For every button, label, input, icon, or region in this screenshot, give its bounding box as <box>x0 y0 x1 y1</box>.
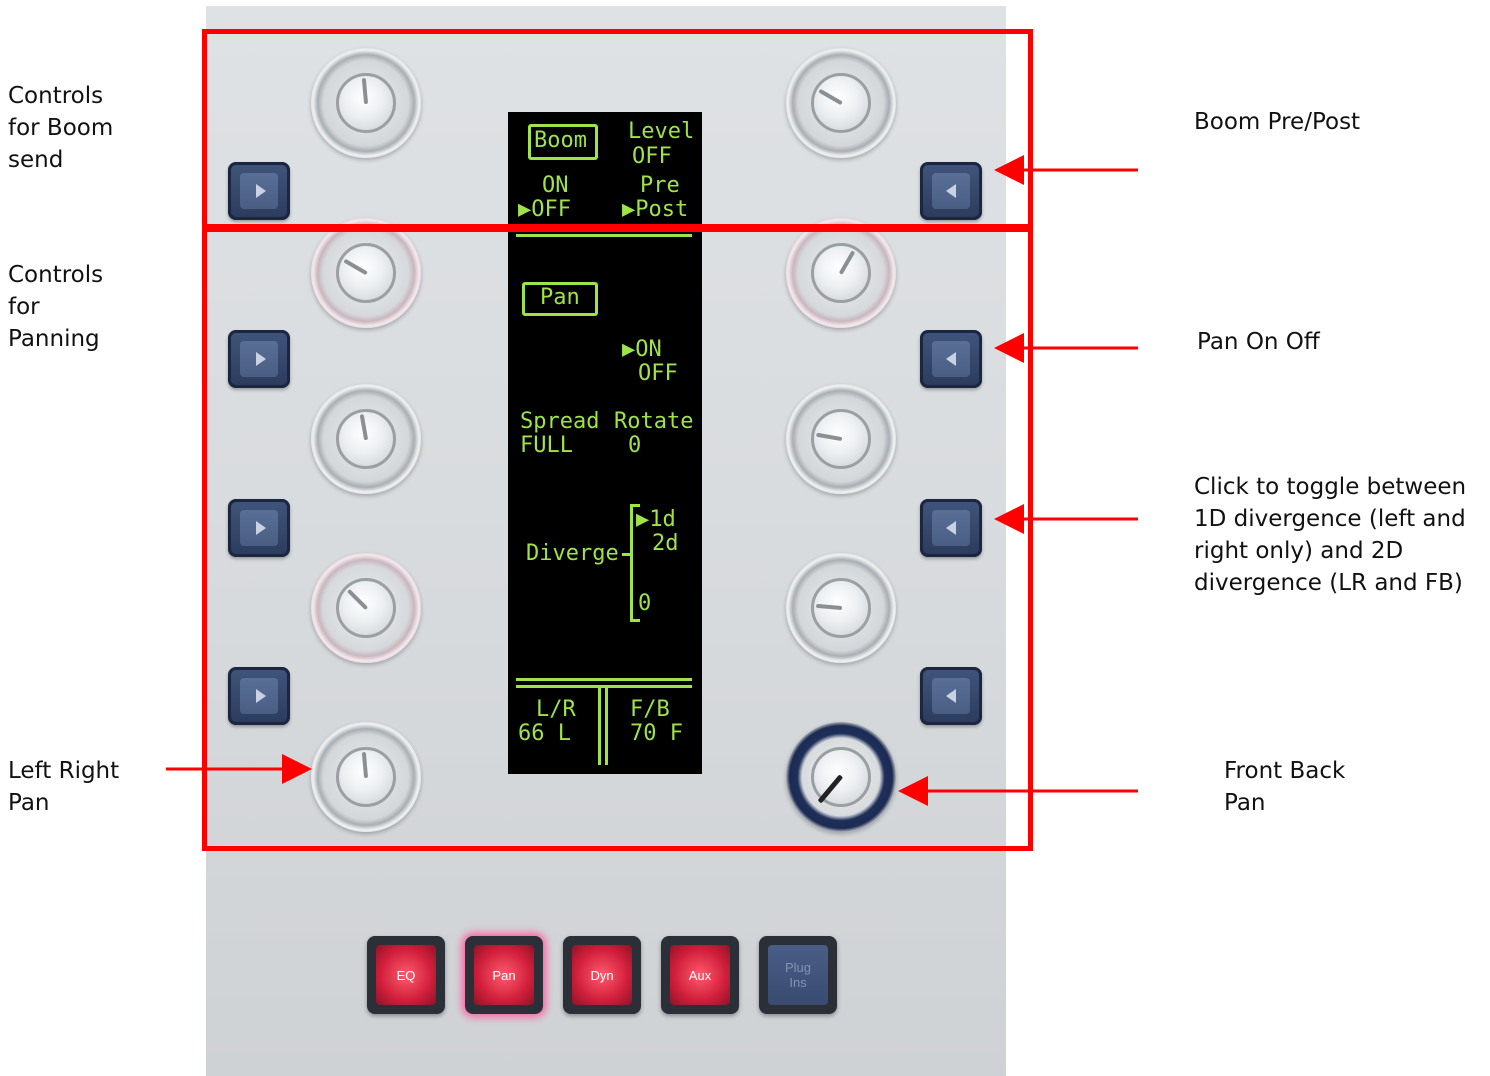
annotation-arrows <box>166 155 1138 806</box>
